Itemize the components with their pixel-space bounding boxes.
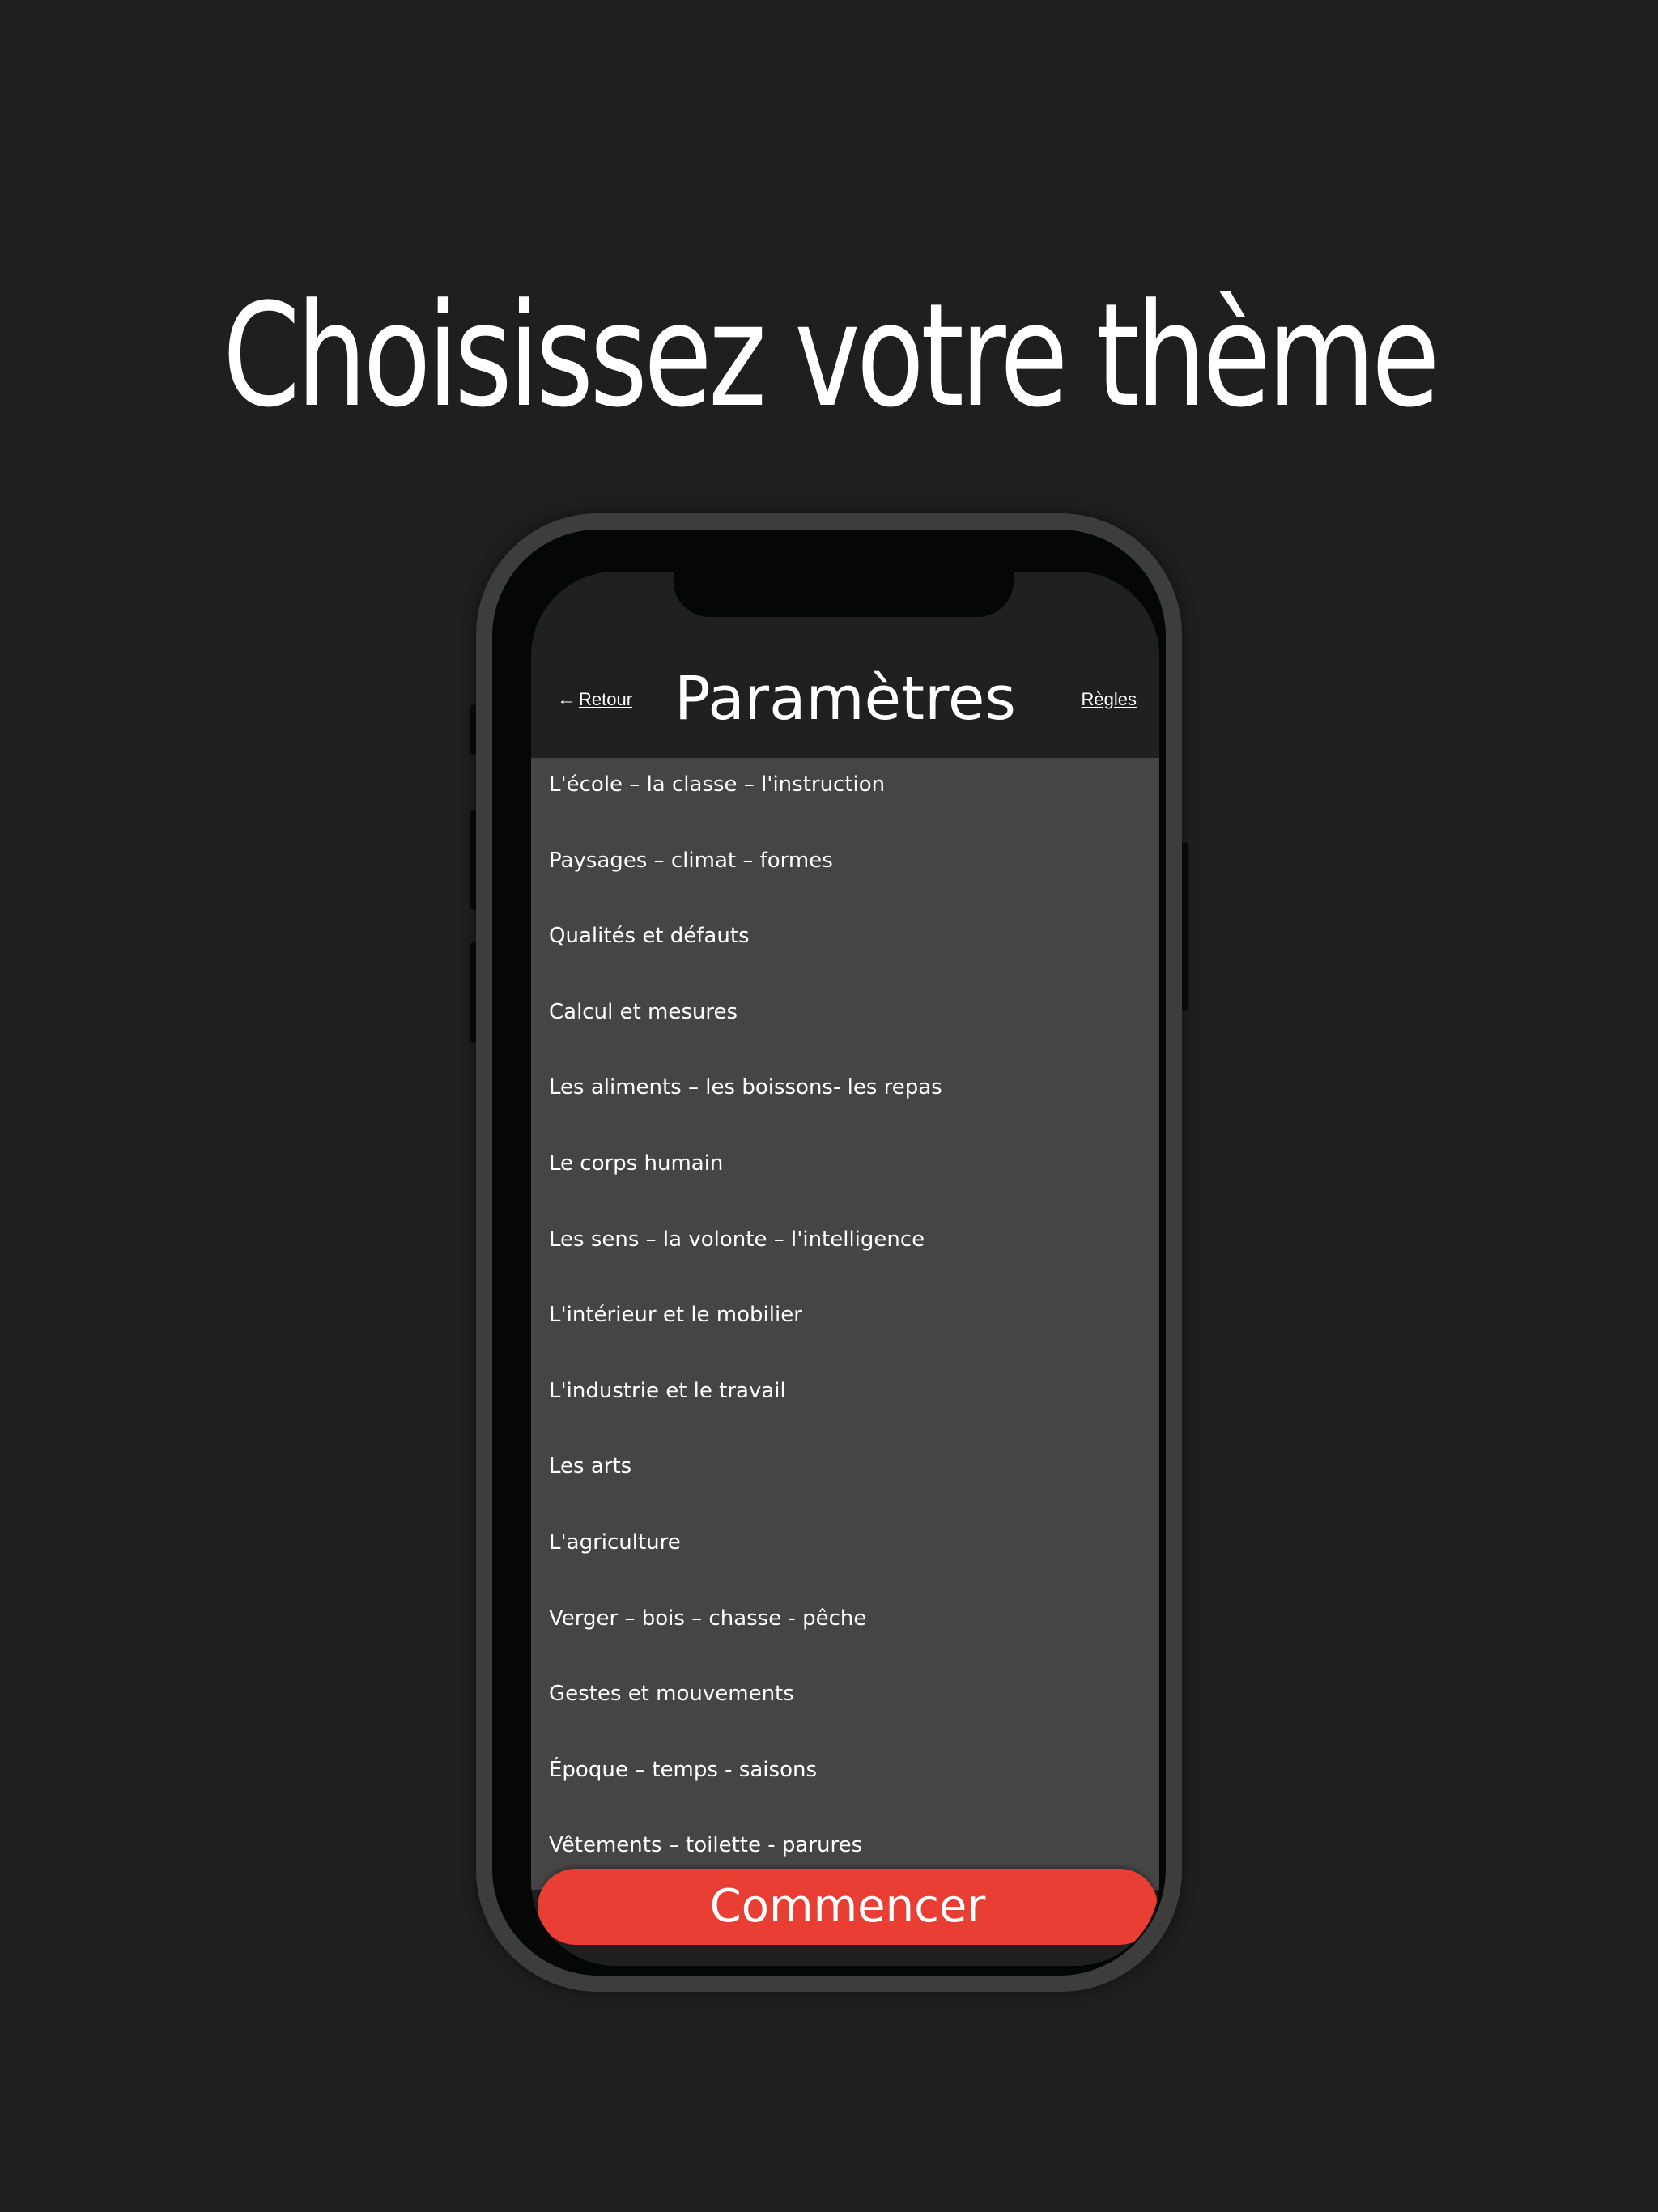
headline: Choisissez votre thème: [222, 273, 1440, 439]
page-title: Paramètres: [674, 664, 1016, 734]
theme-item[interactable]: Les aliments – les boissons- les repas: [531, 1061, 1159, 1137]
theme-item[interactable]: Le corps humain: [531, 1137, 1159, 1213]
theme-item[interactable]: Calcul et mesures: [531, 985, 1159, 1061]
theme-item[interactable]: Les arts: [531, 1440, 1159, 1516]
phone-bezel: ← Retour Paramètres Règles L'école – la …: [492, 530, 1166, 1976]
rules-link[interactable]: Règles: [1082, 682, 1137, 717]
phone-screen: ← Retour Paramètres Règles L'école – la …: [531, 572, 1159, 1966]
theme-item[interactable]: Gestes et mouvements: [531, 1667, 1159, 1743]
theme-item[interactable]: Verger – bois – chasse - pêche: [531, 1592, 1159, 1668]
phone-notch: [674, 572, 1014, 617]
theme-item[interactable]: L'industrie et le travail: [531, 1364, 1159, 1440]
theme-item[interactable]: L'agriculture: [531, 1516, 1159, 1592]
theme-item[interactable]: L'intérieur et le mobilier: [531, 1288, 1159, 1364]
phone-mockup: ← Retour Paramètres Règles L'école – la …: [476, 513, 1182, 1992]
theme-item[interactable]: L'école – la classe – l'instruction: [531, 758, 1159, 834]
theme-item[interactable]: Paysages – climat – formes: [531, 834, 1159, 910]
theme-item[interactable]: Époque – temps - saisons: [531, 1743, 1159, 1819]
theme-item[interactable]: Les sens – la volonte – l'intelligence: [531, 1213, 1159, 1289]
theme-item[interactable]: Qualités et défauts: [531, 909, 1159, 985]
start-button[interactable]: Commencer: [538, 1869, 1158, 1945]
theme-list[interactable]: L'école – la classe – l'instruction Pays…: [531, 758, 1159, 1890]
